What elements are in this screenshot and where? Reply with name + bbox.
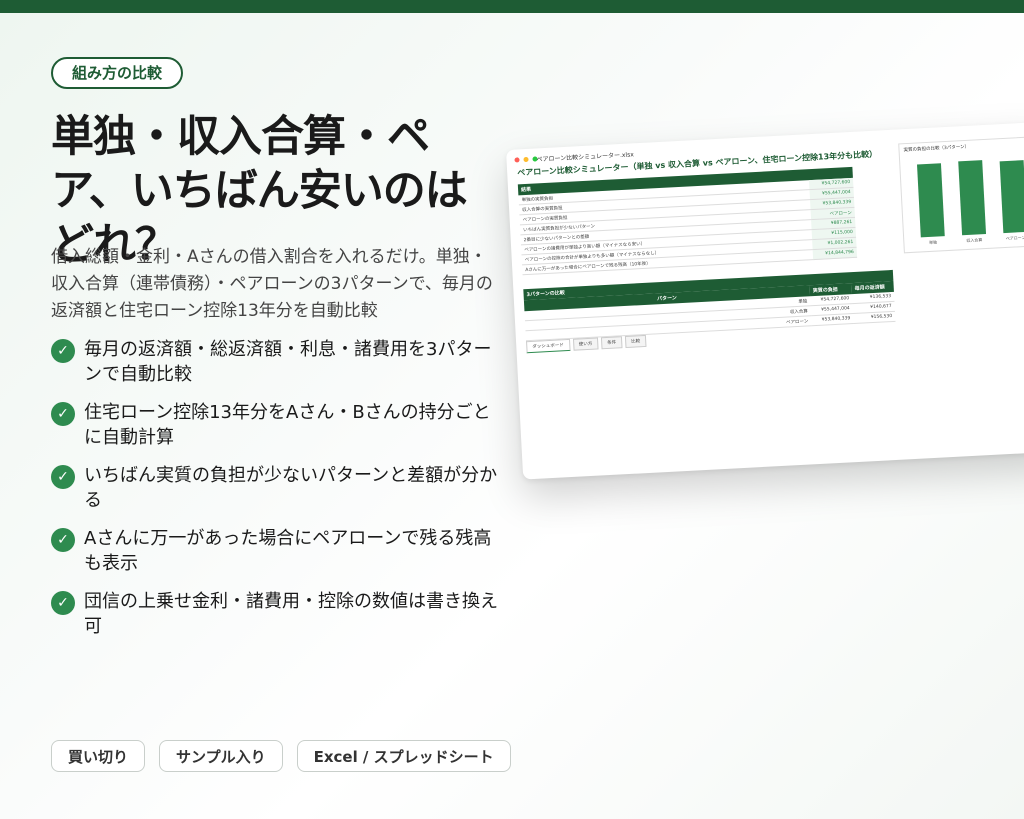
feature-item: ✓ 住宅ローン控除13年分をAさん・Bさんの持分ごとに自動計算: [51, 400, 501, 450]
tab-conditions[interactable]: 条件: [600, 336, 623, 350]
feature-item: ✓ いちばん実質の負担が少ないパターンと差額が分かる: [51, 463, 501, 513]
spreadsheet-preview: ペアローン比較シミュレーター.xlsx ペアローン比較シミュレーター（単独 vs…: [506, 121, 1024, 480]
feature-item: ✓ 団信の上乗せ金利・諸費用・控除の数値は書き換え可: [51, 589, 501, 639]
check-circle-icon: ✓: [51, 528, 75, 552]
chip-format: Excel / スプレッドシート: [296, 740, 511, 772]
tab-howto[interactable]: 使い方: [572, 337, 599, 351]
tab-compare[interactable]: 比較: [624, 334, 647, 349]
summary-table: 結果 単独の実質負担 ¥54,727,600 収入合算の実質負担 ¥55,447,0…: [517, 166, 858, 275]
feature-item: ✓ Aさんに万一があった場合にペアローンで残る残高も表示: [51, 526, 501, 576]
feature-text: 毎月の返済額・総返済額・利息・諸費用を3パターンで自動比較: [84, 339, 492, 385]
lead-text: 借入総額・金利・Aさんの借入割合を入れるだけ。単独・収入合算（連帯債務）・ペアロ…: [51, 247, 493, 321]
feature-text: 住宅ローン控除13年分をAさん・Bさんの持分ごとに自動計算: [84, 402, 491, 448]
chip-sample: サンプル入り: [159, 740, 283, 772]
bar-0: [917, 163, 945, 238]
tab-dashboard[interactable]: ダッシュボード: [526, 338, 571, 354]
chart-panel: 実質の負担の比較（3パターン） 単独 収入合算 ペアローン: [898, 136, 1024, 254]
check-circle-icon: ✓: [51, 591, 75, 615]
pattern-monthly: ¥156,530: [853, 311, 896, 324]
chip-buyout: 買い切り: [51, 740, 146, 772]
pattern-total: ¥53,840,339: [811, 313, 854, 326]
minimize-dot-icon: [523, 156, 529, 163]
check-circle-icon: ✓: [51, 465, 75, 489]
check-circle-icon: ✓: [51, 402, 75, 426]
category-label-2: ペアローン: [1006, 234, 1024, 241]
row-value: ¥14,844,796: [812, 247, 858, 260]
category-label-1: 収入合算: [966, 236, 982, 243]
spreadsheet-window: ペアローン比較シミュレーター.xlsx ペアローン比較シミュレーター（単独 vs…: [506, 121, 1024, 480]
top-accent-bar: [0, 0, 1024, 13]
feature-chips: 買い切り サンプル入り Excel / スプレッドシート: [51, 740, 511, 772]
feature-text: Aさんに万一があった場合にペアローンで残る残高も表示: [84, 528, 492, 574]
close-dot-icon: [514, 157, 520, 163]
bar-2: [999, 160, 1024, 234]
bar-1: [958, 160, 987, 236]
category-label-0: 単独: [929, 239, 937, 245]
feature-list: ✓ 毎月の返済額・総返済額・利息・諸費用を3パターンで自動比較 ✓ 住宅ローン控除1…: [51, 337, 501, 652]
compare-table: 3パターンの比較 パターン 実質の負担 毎月の返済額 単独 ¥54,727,600…: [523, 269, 896, 341]
feature-text: 団信の上乗せ金利・諸費用・控除の数値は書き換え可: [84, 591, 498, 637]
check-circle-icon: ✓: [51, 339, 75, 363]
bar-chart: 単独 収入合算 ペアローン: [917, 160, 1024, 245]
section-tag: 組み方の比較: [51, 57, 184, 89]
feature-text: いちばん実質の負担が少ないパターンと差額が分かる: [84, 465, 498, 511]
feature-item: ✓ 毎月の返済額・総返済額・利息・諸費用を3パターンで自動比較: [51, 337, 501, 387]
window-controls: [514, 156, 538, 163]
